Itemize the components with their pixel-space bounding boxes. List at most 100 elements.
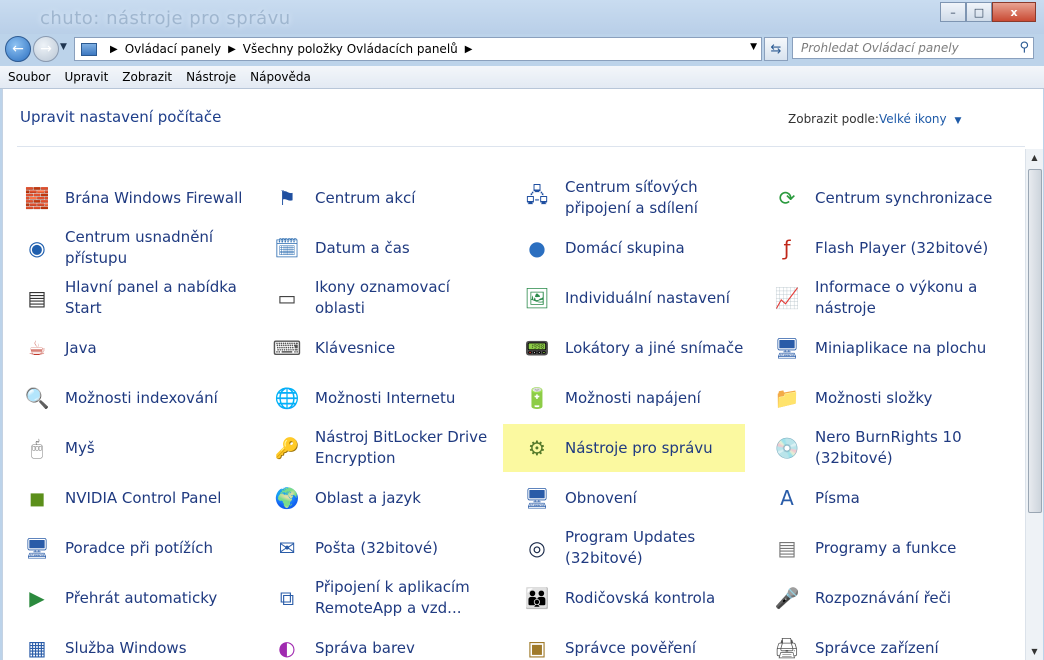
control-panel-item[interactable]: ƒ Flash Player (32bitové) — [753, 224, 995, 272]
item-label[interactable]: Obnovení — [565, 488, 637, 509]
item-label[interactable]: Ikony oznamovací oblasti — [315, 277, 495, 319]
control-panel-item[interactable]: 💿 Nero BurnRights 10 (32bitové) — [753, 424, 995, 472]
control-panel-item[interactable]: ▭ Ikony oznamovací oblasti — [253, 274, 495, 322]
address-bar[interactable]: ▶ Ovládací panely ▶ Všechny položky Ovlá… — [74, 37, 762, 61]
control-panel-item[interactable]: 📁 Možnosti složky — [753, 374, 995, 422]
item-label[interactable]: Možnosti indexování — [65, 388, 218, 409]
control-panel-item[interactable]: 🌐 Možnosti Internetu — [253, 374, 495, 422]
control-panel-item[interactable]: 🔋 Možnosti napájení — [503, 374, 745, 422]
control-panel-item[interactable]: ⧉ Připojení k aplikacím RemoteApp a vzd..… — [253, 574, 495, 622]
item-label[interactable]: Rodičovská kontrola — [565, 588, 715, 609]
item-label[interactable]: NVIDIA Control Panel — [65, 488, 221, 509]
control-panel-item[interactable]: 🖥 Poradce při potížích — [3, 524, 245, 572]
item-label[interactable]: Nástroje pro správu — [565, 438, 713, 459]
item-label[interactable]: Správce zařízení — [815, 638, 939, 659]
item-label[interactable]: Služba Windows — [65, 638, 187, 659]
item-label[interactable]: Centrum akcí — [315, 188, 415, 209]
control-panel-item[interactable]: ⌨ Klávesnice — [253, 324, 495, 372]
item-label[interactable]: Myš — [65, 438, 95, 459]
item-label[interactable]: Domácí skupina — [565, 238, 685, 259]
control-panel-item[interactable]: 🗓 Datum a čas — [253, 224, 495, 272]
breadcrumb-all-items[interactable]: Všechny položky Ovládacích panelů — [243, 42, 458, 56]
item-label[interactable]: Pošta (32bitové) — [315, 538, 438, 559]
item-label[interactable]: Flash Player (32bitové) — [815, 238, 988, 259]
item-label[interactable]: Klávesnice — [315, 338, 395, 359]
scroll-up-icon[interactable]: ▲ — [1026, 149, 1043, 166]
item-label[interactable]: Hlavní panel a nabídka Start — [65, 277, 245, 319]
item-label[interactable]: Program Updates (32bitové) — [565, 527, 745, 569]
item-label[interactable]: Informace o výkonu a nástroje — [815, 277, 995, 319]
control-panel-item[interactable]: 🔍 Možnosti indexování — [3, 374, 245, 422]
item-label[interactable]: Nero BurnRights 10 (32bitové) — [815, 427, 995, 469]
item-label[interactable]: Individuální nastavení — [565, 288, 730, 309]
control-panel-item[interactable]: ⟳ Centrum synchronizace — [753, 174, 995, 222]
control-panel-item[interactable]: 🖼 Individuální nastavení — [503, 274, 745, 322]
control-panel-item[interactable]: 🖨 Správce zařízení — [753, 624, 995, 660]
item-label[interactable]: Možnosti napájení — [565, 388, 701, 409]
control-panel-item[interactable]: 🧱 Brána Windows Firewall — [3, 174, 245, 222]
control-panel-item[interactable]: ⚑ Centrum akcí — [253, 174, 495, 222]
forward-button[interactable]: → — [33, 36, 59, 62]
item-label[interactable]: Java — [65, 338, 97, 359]
control-panel-item[interactable]: 🎤 Rozpoznávání řeči — [753, 574, 995, 622]
item-label[interactable]: Centrum síťových připojení a sdílení — [565, 177, 745, 219]
item-label[interactable]: Správce pověření — [565, 638, 696, 659]
item-label[interactable]: Programy a funkce — [815, 538, 956, 559]
menu-tools[interactable]: Nástroje — [180, 70, 242, 84]
control-panel-item[interactable]: 🖥 Miniaplikace na plochu — [753, 324, 995, 372]
chevron-right-icon[interactable]: ▶ — [465, 44, 473, 55]
minimize-button[interactable]: – — [940, 2, 966, 22]
scroll-down-icon[interactable]: ▼ — [1026, 643, 1043, 660]
control-panel-item[interactable]: ▤ Programy a funkce — [753, 524, 995, 572]
item-label[interactable]: Poradce při potížích — [65, 538, 213, 559]
control-panel-item[interactable]: ▣ Správce pověření — [503, 624, 745, 660]
control-panel-item[interactable]: ▦ Služba Windows — [3, 624, 245, 660]
control-panel-item[interactable]: ◉ Centrum usnadnění přístupu — [3, 224, 245, 272]
control-panel-item[interactable]: 🖱 Myš — [3, 424, 245, 472]
control-panel-item[interactable]: ☕ Java — [3, 324, 245, 372]
item-label[interactable]: Rozpoznávání řeči — [815, 588, 951, 609]
item-label[interactable]: Možnosti složky — [815, 388, 932, 409]
item-label[interactable]: Oblast a jazyk — [315, 488, 421, 509]
control-panel-item[interactable]: ✉ Pošta (32bitové) — [253, 524, 495, 572]
item-label[interactable]: Brána Windows Firewall — [65, 188, 242, 209]
control-panel-item[interactable]: ⚙ Nástroje pro správu — [503, 424, 745, 472]
item-label[interactable]: Centrum usnadnění přístupu — [65, 227, 245, 269]
item-label[interactable]: Lokátory a jiné snímače — [565, 338, 743, 359]
item-label[interactable]: Miniaplikace na plochu — [815, 338, 986, 359]
control-panel-item[interactable]: ▶ Přehrát automaticky — [3, 574, 245, 622]
control-panel-item[interactable]: 🔑 Nástroj BitLocker Drive Encryption — [253, 424, 495, 472]
control-panel-item[interactable]: ◐ Správa barev — [253, 624, 495, 660]
item-label[interactable]: Datum a čas — [315, 238, 410, 259]
item-label[interactable]: Nástroj BitLocker Drive Encryption — [315, 427, 495, 469]
control-panel-item[interactable]: 🖧 Centrum síťových připojení a sdílení — [503, 174, 745, 222]
item-label[interactable]: Přehrát automaticky — [65, 588, 217, 609]
menu-edit[interactable]: Upravit — [58, 70, 114, 84]
breadcrumb-control-panel[interactable]: Ovládací panely — [125, 42, 221, 56]
control-panel-item[interactable]: 📟 Lokátory a jiné snímače — [503, 324, 745, 372]
control-panel-item[interactable]: A Písma — [753, 474, 995, 522]
item-label[interactable]: Správa barev — [315, 638, 415, 659]
scrollbar-thumb[interactable] — [1028, 169, 1042, 513]
menu-help[interactable]: Nápověda — [244, 70, 317, 84]
control-panel-item[interactable]: 📈 Informace o výkonu a nástroje — [753, 274, 995, 322]
item-label[interactable]: Připojení k aplikacím RemoteApp a vzd... — [315, 577, 495, 619]
control-panel-item[interactable]: ▤ Hlavní panel a nabídka Start — [3, 274, 245, 322]
refresh-button[interactable]: ⇆ — [764, 37, 788, 61]
back-button[interactable]: ← — [5, 36, 31, 62]
search-icon[interactable]: ⚲ — [1019, 40, 1029, 55]
maximize-button[interactable]: □ — [966, 2, 992, 22]
item-label[interactable]: Možnosti Internetu — [315, 388, 455, 409]
address-history-dropdown-icon[interactable]: ▼ — [750, 42, 757, 52]
item-label[interactable]: Centrum synchronizace — [815, 188, 992, 209]
vertical-scrollbar[interactable]: ▲ ▼ — [1025, 149, 1043, 660]
chevron-right-icon[interactable]: ▶ — [228, 44, 236, 55]
control-panel-item[interactable]: ◼ NVIDIA Control Panel — [3, 474, 245, 522]
control-panel-item[interactable]: 🖥 Obnovení — [503, 474, 745, 522]
control-panel-item[interactable]: 🌍 Oblast a jazyk — [253, 474, 495, 522]
search-input[interactable]: Prohledat Ovládací panely ⚲ — [792, 37, 1034, 59]
menu-file[interactable]: Soubor — [2, 70, 56, 84]
item-label[interactable]: Písma — [815, 488, 860, 509]
close-button[interactable]: x — [992, 2, 1036, 22]
control-panel-item[interactable]: ◎ Program Updates (32bitové) — [503, 524, 745, 572]
